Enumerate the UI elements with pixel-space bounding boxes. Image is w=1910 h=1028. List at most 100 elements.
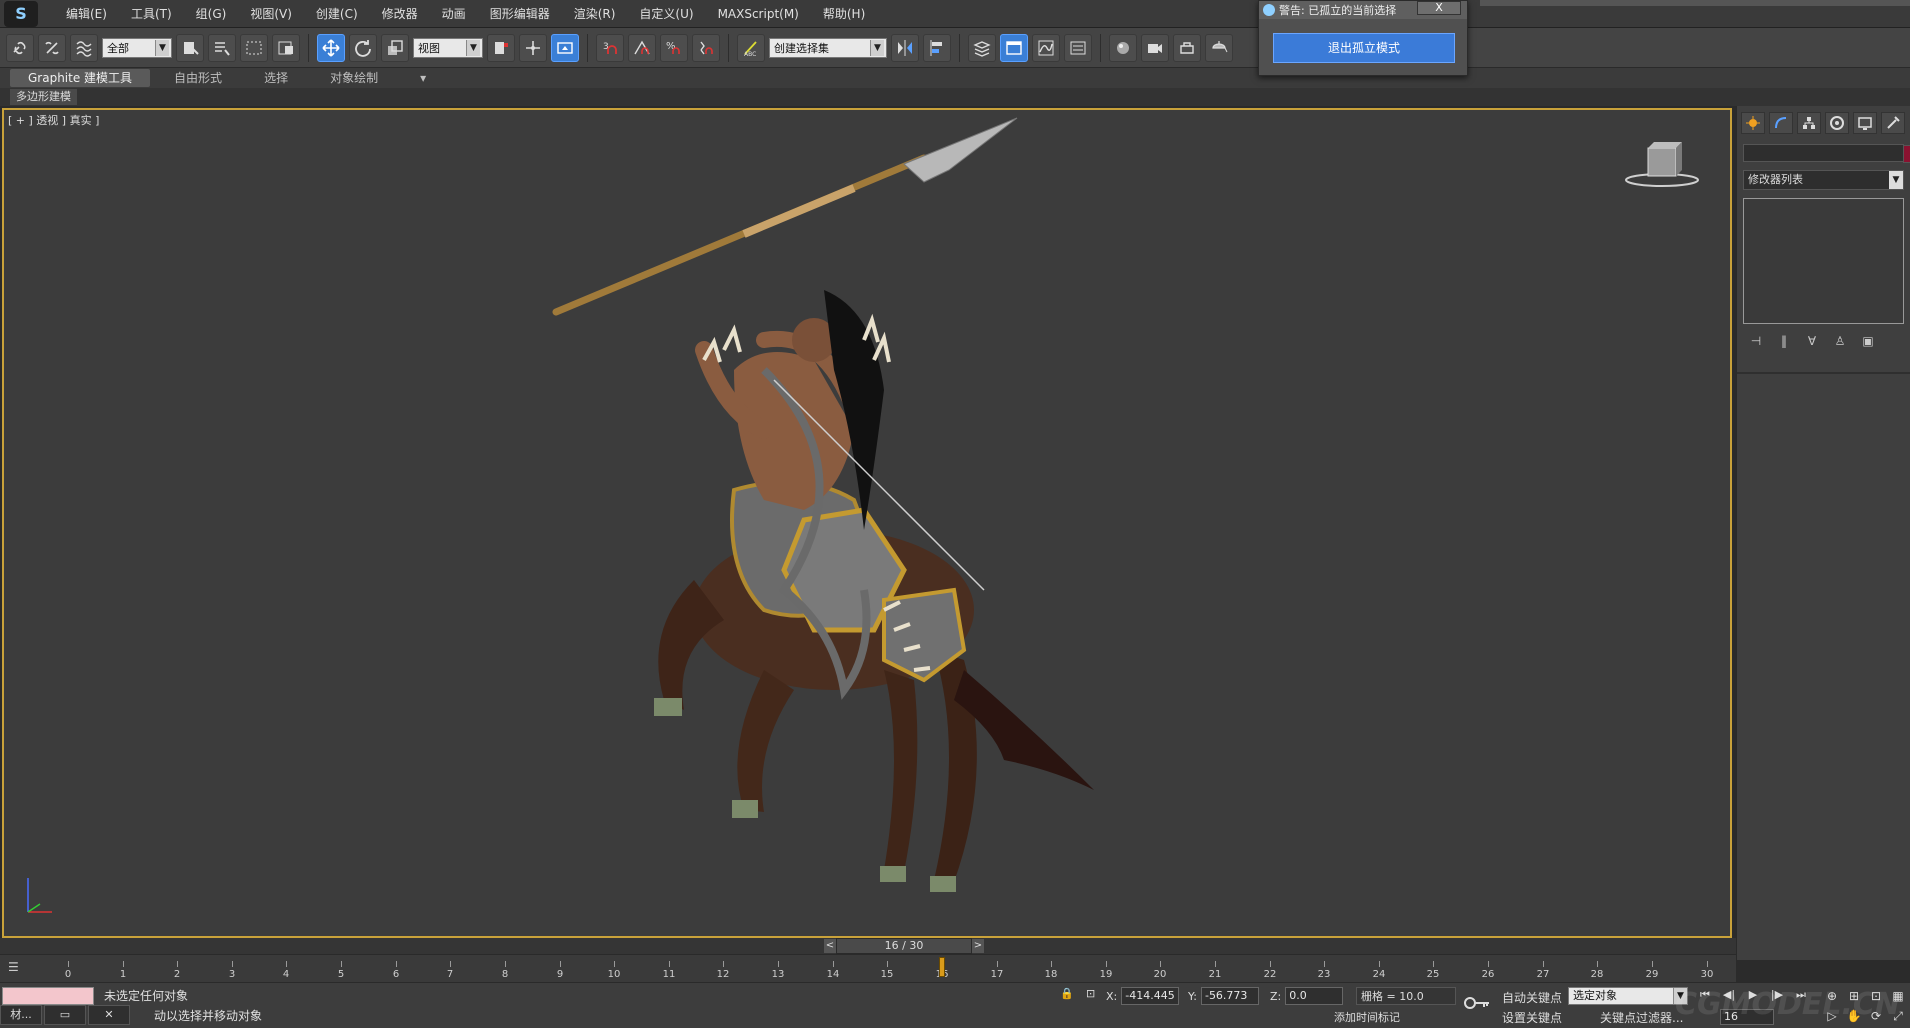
task-minimized-icon[interactable]: ▭: [44, 1005, 86, 1025]
current-time-marker[interactable]: [939, 957, 945, 977]
app-logo-icon[interactable]: S: [4, 0, 38, 27]
time-slider-next[interactable]: >: [972, 939, 984, 953]
angle-snap-icon[interactable]: [628, 33, 656, 62]
key-icon[interactable]: [1462, 993, 1492, 1013]
select-and-scale-icon[interactable]: [381, 33, 409, 62]
rect-selection-region-icon[interactable]: [240, 33, 268, 62]
time-slider-prev[interactable]: <: [824, 939, 836, 953]
mirror-icon[interactable]: [891, 33, 919, 62]
modify-tab-icon[interactable]: [1769, 112, 1793, 134]
close-button[interactable]: X: [1417, 1, 1461, 15]
create-tab-icon[interactable]: [1741, 112, 1765, 134]
ribbon-tabs: Graphite 建模工具 自由形式 选择 对象绘制 ▾: [0, 68, 1910, 88]
menu-group[interactable]: 组(G): [184, 0, 239, 28]
percent-snap-icon[interactable]: %: [660, 33, 688, 62]
viewcube-icon[interactable]: [1622, 140, 1702, 190]
display-tab-icon[interactable]: [1853, 112, 1877, 134]
configure-modifier-sets-icon[interactable]: ▣: [1859, 334, 1877, 350]
track-bar[interactable]: ☰ 01234567891011121314151617181920212223…: [0, 954, 1736, 982]
coord-z: Z: 0.0: [1270, 987, 1344, 1005]
menu-maxscript[interactable]: MAXScript(M): [706, 0, 811, 28]
selection-set-dropdown[interactable]: 选定对象 ▼: [1568, 987, 1688, 1005]
maxscript-listener-mini[interactable]: [2, 987, 94, 1005]
material-editor-icon[interactable]: [1109, 33, 1137, 62]
make-unique-icon[interactable]: ∀: [1803, 334, 1821, 350]
stack-buttons: ⊣ ‖ ∀ ♙ ▣: [1737, 330, 1910, 354]
select-object-icon[interactable]: [176, 33, 204, 62]
track-tick-label: 26: [1481, 969, 1495, 980]
scene-explorer-icon[interactable]: [1000, 33, 1028, 62]
lock-selection-icon[interactable]: 🔒: [1060, 987, 1074, 1000]
task-material[interactable]: 材...: [0, 1005, 42, 1025]
render-setup-icon[interactable]: [1141, 33, 1169, 62]
menu-edit[interactable]: 编辑(E): [54, 0, 119, 28]
menu-views[interactable]: 视图(V): [238, 0, 304, 28]
menu-modifiers[interactable]: 修改器: [370, 0, 430, 28]
coord-z-field[interactable]: 0.0: [1285, 987, 1344, 1005]
reference-coord-dropdown[interactable]: 视图 ▼: [413, 37, 483, 58]
track-tick: [1106, 961, 1107, 967]
motion-tab-icon[interactable]: [1825, 112, 1849, 134]
bind-spacewarp-icon[interactable]: [70, 33, 98, 62]
utilities-tab-icon[interactable]: [1881, 112, 1905, 134]
object-name-field[interactable]: [1743, 144, 1910, 163]
keyboard-shortcut-override-icon[interactable]: [551, 33, 579, 62]
align-icon[interactable]: [923, 33, 951, 62]
toolbar-separator: [1100, 33, 1101, 62]
select-and-move-icon[interactable]: [317, 33, 345, 62]
menu-create[interactable]: 创建(C): [304, 0, 370, 28]
pin-stack-icon[interactable]: ⊣: [1747, 334, 1765, 350]
remove-modifier-icon[interactable]: ♙: [1831, 334, 1849, 350]
exit-isolation-button[interactable]: 退出孤立模式: [1273, 33, 1455, 63]
named-selection-dropdown[interactable]: 创建选择集 ▼: [769, 37, 887, 58]
centaur-model[interactable]: [4, 110, 1734, 940]
menu-graph-editors[interactable]: 图形编辑器: [478, 0, 562, 28]
track-tick: [1379, 961, 1380, 967]
tab-object-paint[interactable]: 对象绘制: [312, 69, 396, 87]
set-key-button[interactable]: 设置关键点: [1502, 1009, 1562, 1026]
menu-help[interactable]: 帮助(H): [811, 0, 877, 28]
edit-named-selection-icon[interactable]: ABC: [737, 33, 765, 62]
absolute-mode-icon[interactable]: ⊡: [1086, 987, 1095, 1000]
rendered-frame-window-icon[interactable]: [1173, 33, 1201, 62]
schematic-view-icon[interactable]: [1064, 33, 1092, 62]
render-production-icon[interactable]: [1205, 33, 1233, 62]
select-manipulate-icon[interactable]: [519, 33, 547, 62]
select-and-rotate-icon[interactable]: [349, 33, 377, 62]
snaps-toggle-icon[interactable]: 3: [596, 33, 624, 62]
menu-animation[interactable]: 动画: [430, 0, 478, 28]
tab-freeform[interactable]: 自由形式: [156, 69, 240, 87]
curve-editor-icon[interactable]: [1032, 33, 1060, 62]
polygon-modeling-panel[interactable]: 多边形建模: [10, 89, 77, 105]
perspective-viewport[interactable]: [ + ] 透视 ] 真实 ]: [2, 108, 1732, 938]
track-tick: [341, 961, 342, 967]
layer-manager-icon[interactable]: [968, 33, 996, 62]
unlink-icon[interactable]: [38, 33, 66, 62]
menu-rendering[interactable]: 渲染(R): [562, 0, 628, 28]
task-close-icon[interactable]: ✕: [88, 1005, 130, 1025]
tab-graphite-modeling[interactable]: Graphite 建模工具: [10, 69, 151, 87]
hierarchy-tab-icon[interactable]: [1797, 112, 1821, 134]
key-filters-button[interactable]: 关键点过滤器...: [1600, 1009, 1683, 1026]
pivot-center-icon[interactable]: [487, 33, 515, 62]
mini-curve-editor-icon[interactable]: ☰: [8, 960, 28, 978]
object-color-swatch[interactable]: [1903, 145, 1910, 163]
select-by-name-icon[interactable]: [208, 33, 236, 62]
modifier-stack[interactable]: [1743, 198, 1904, 324]
spinner-snap-icon[interactable]: [692, 33, 720, 62]
modifier-list-dropdown[interactable]: 修改器列表 ▼: [1743, 170, 1904, 190]
add-time-tag[interactable]: 添加时间标记: [1334, 1009, 1400, 1025]
auto-key-button[interactable]: 自动关键点: [1502, 989, 1562, 1006]
coord-x-field[interactable]: -414.445: [1121, 987, 1180, 1005]
ribbon-options-icon[interactable]: ▾: [402, 69, 444, 87]
link-icon[interactable]: [6, 33, 34, 62]
window-crossing-icon[interactable]: [272, 33, 300, 62]
tab-selection[interactable]: 选择: [246, 69, 306, 87]
show-end-result-icon[interactable]: ‖: [1775, 334, 1793, 350]
menu-customize[interactable]: 自定义(U): [627, 0, 705, 28]
menu-tools[interactable]: 工具(T): [119, 0, 184, 28]
time-slider[interactable]: < 16 / 30 >: [0, 938, 1736, 954]
selection-filter-dropdown[interactable]: 全部 ▼: [102, 37, 172, 58]
coord-y-field[interactable]: -56.773: [1200, 987, 1259, 1005]
time-slider-thumb[interactable]: 16 / 30: [836, 938, 972, 954]
